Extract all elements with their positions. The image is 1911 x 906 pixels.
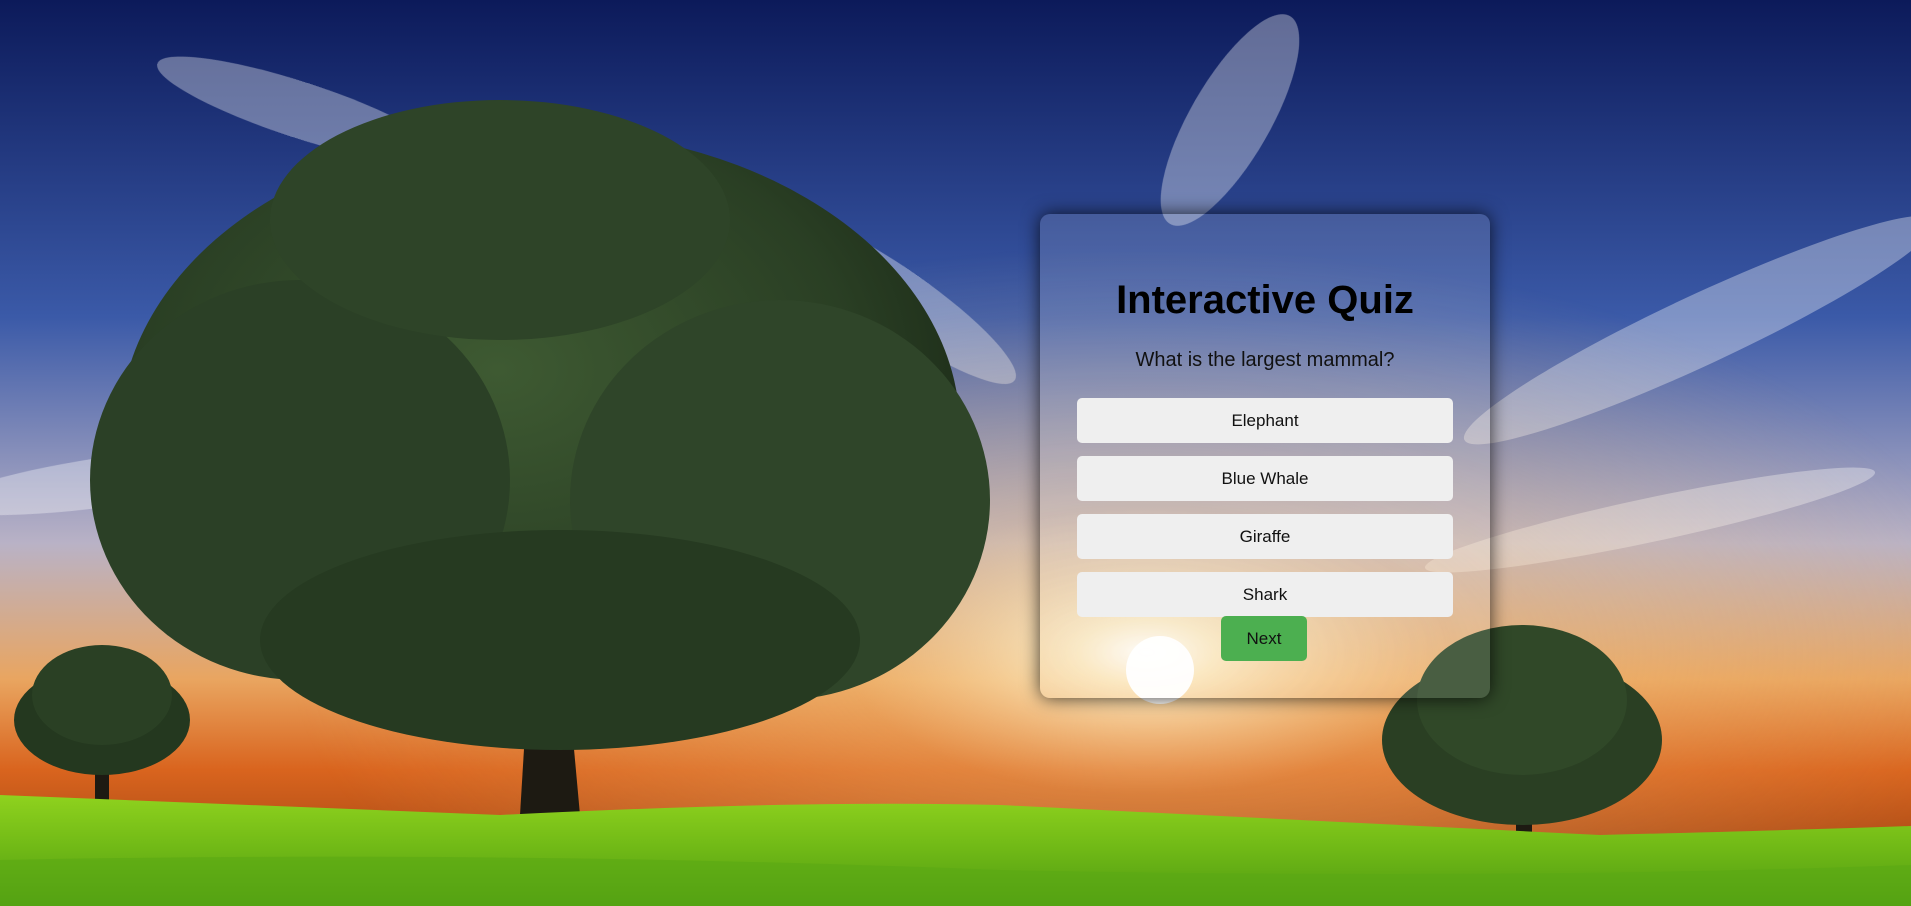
background-scene	[0, 0, 1911, 906]
answer-button-giraffe[interactable]: Giraffe	[1077, 514, 1453, 559]
quiz-question: What is the largest mammal?	[1135, 349, 1395, 371]
answer-button-shark[interactable]: Shark	[1077, 572, 1453, 617]
quiz-card: Interactive Quiz What is the largest mam…	[1040, 214, 1490, 698]
answer-button-blue-whale[interactable]: Blue Whale	[1077, 456, 1453, 501]
answer-list: Elephant Blue Whale Giraffe Shark	[1077, 398, 1453, 630]
next-button[interactable]: Next	[1221, 616, 1307, 661]
answer-button-elephant[interactable]: Elephant	[1077, 398, 1453, 443]
quiz-title: Interactive Quiz	[1116, 278, 1414, 322]
